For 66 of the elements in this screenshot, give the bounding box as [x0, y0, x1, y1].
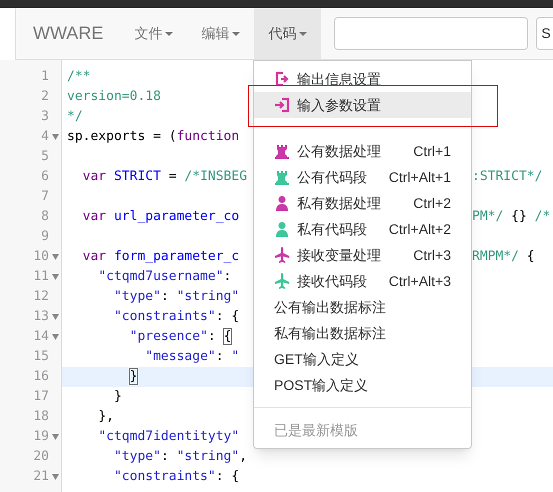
menu-item[interactable]: GET输入定义 — [254, 346, 471, 372]
line-number: 4 — [41, 128, 49, 146]
code-line: var form_parameter_c — [82, 248, 240, 266]
menu-tab[interactable]: 代码 — [254, 8, 322, 59]
menu-item[interactable]: 输入参数设置 — [254, 92, 471, 118]
search-button[interactable]: S — [536, 17, 553, 50]
code-line: RMPM*/ { — [472, 248, 535, 266]
line-number: 21 — [33, 468, 49, 486]
code-line: "ctqmd7username": — [97, 268, 232, 286]
code-line: }, — [97, 408, 114, 426]
menu-item[interactable]: 私有代码段 Ctrl+Alt+2 — [254, 216, 471, 242]
fold-arrow-icon[interactable] — [52, 134, 59, 140]
code-line: "type": "string", — [112, 448, 248, 466]
line-number: 2 — [41, 88, 49, 106]
code-line: "constraints": { — [112, 308, 240, 326]
fold-arrow-icon[interactable] — [52, 434, 59, 440]
code-line: "ctqmd7identityty" — [97, 428, 240, 446]
menu-item[interactable]: 公有代码段 Ctrl+Alt+1 — [254, 164, 471, 190]
fold-arrow-icon[interactable] — [52, 334, 59, 340]
code-line: sp.exports = (function — [67, 128, 240, 146]
line-number: 18 — [33, 408, 49, 426]
code-line: :STRICT*/ — [472, 168, 542, 186]
menu-item[interactable]: 私有输出数据标注 — [254, 320, 471, 346]
menu-tab[interactable]: 编辑 — [187, 8, 254, 59]
line-number: 17 — [33, 388, 49, 406]
menu-tab[interactable]: 文件 — [120, 8, 188, 59]
line-number: 14 — [33, 328, 49, 346]
code-line: var url_parameter_co — [82, 208, 240, 226]
code-line: } — [112, 388, 122, 406]
menu-item[interactable]: 公有输出数据标注 — [254, 294, 471, 320]
line-number: 6 — [41, 168, 49, 186]
code-line: version=0.18 — [67, 88, 161, 106]
code-line: "type": "string" — [112, 288, 240, 306]
line-number: 20 — [33, 448, 49, 466]
menu-item[interactable]: 公有数据处理 Ctrl+1 — [254, 138, 471, 164]
brand-name[interactable]: WWARE — [16, 20, 120, 47]
line-number: 19 — [33, 428, 49, 446]
menu-item[interactable]: 私有数据处理 Ctrl+2 — [254, 190, 471, 216]
fold-arrow-icon[interactable] — [52, 474, 59, 480]
line-number: 15 — [33, 348, 49, 366]
line-number: 13 — [33, 308, 49, 326]
menu-item[interactable]: POST输入定义 — [254, 372, 471, 398]
line-number: 10 — [33, 248, 49, 266]
code-line: PM*/ {} /* — [472, 208, 550, 226]
code-line: "presence": { — [128, 328, 232, 346]
code-line: "message": " — [144, 348, 240, 366]
line-number: 9 — [41, 228, 49, 246]
code-line: */ — [67, 108, 83, 126]
fold-arrow-icon[interactable] — [52, 274, 59, 280]
line-number: 1 — [41, 68, 49, 86]
code-line: "constraints": { — [112, 468, 240, 486]
line-number: 3 — [41, 108, 49, 126]
line-number: 7 — [41, 188, 49, 206]
line-number: 12 — [33, 288, 49, 306]
line-number: 8 — [41, 208, 49, 226]
search-field[interactable] — [334, 17, 528, 50]
code-line: } — [128, 368, 138, 386]
line-number: 5 — [41, 148, 49, 166]
menu-item[interactable]: 接收代码段 Ctrl+Alt+3 — [254, 268, 471, 294]
fold-arrow-icon[interactable] — [52, 314, 59, 320]
code-line: /** — [67, 68, 90, 86]
menu-item[interactable]: 接收变量处理 Ctrl+3 — [254, 242, 471, 268]
code-line: var STRICT = /*INSBEG — [82, 168, 248, 186]
fold-arrow-icon[interactable] — [52, 254, 59, 260]
line-number: 11 — [33, 268, 49, 286]
line-number: 16 — [33, 368, 49, 386]
